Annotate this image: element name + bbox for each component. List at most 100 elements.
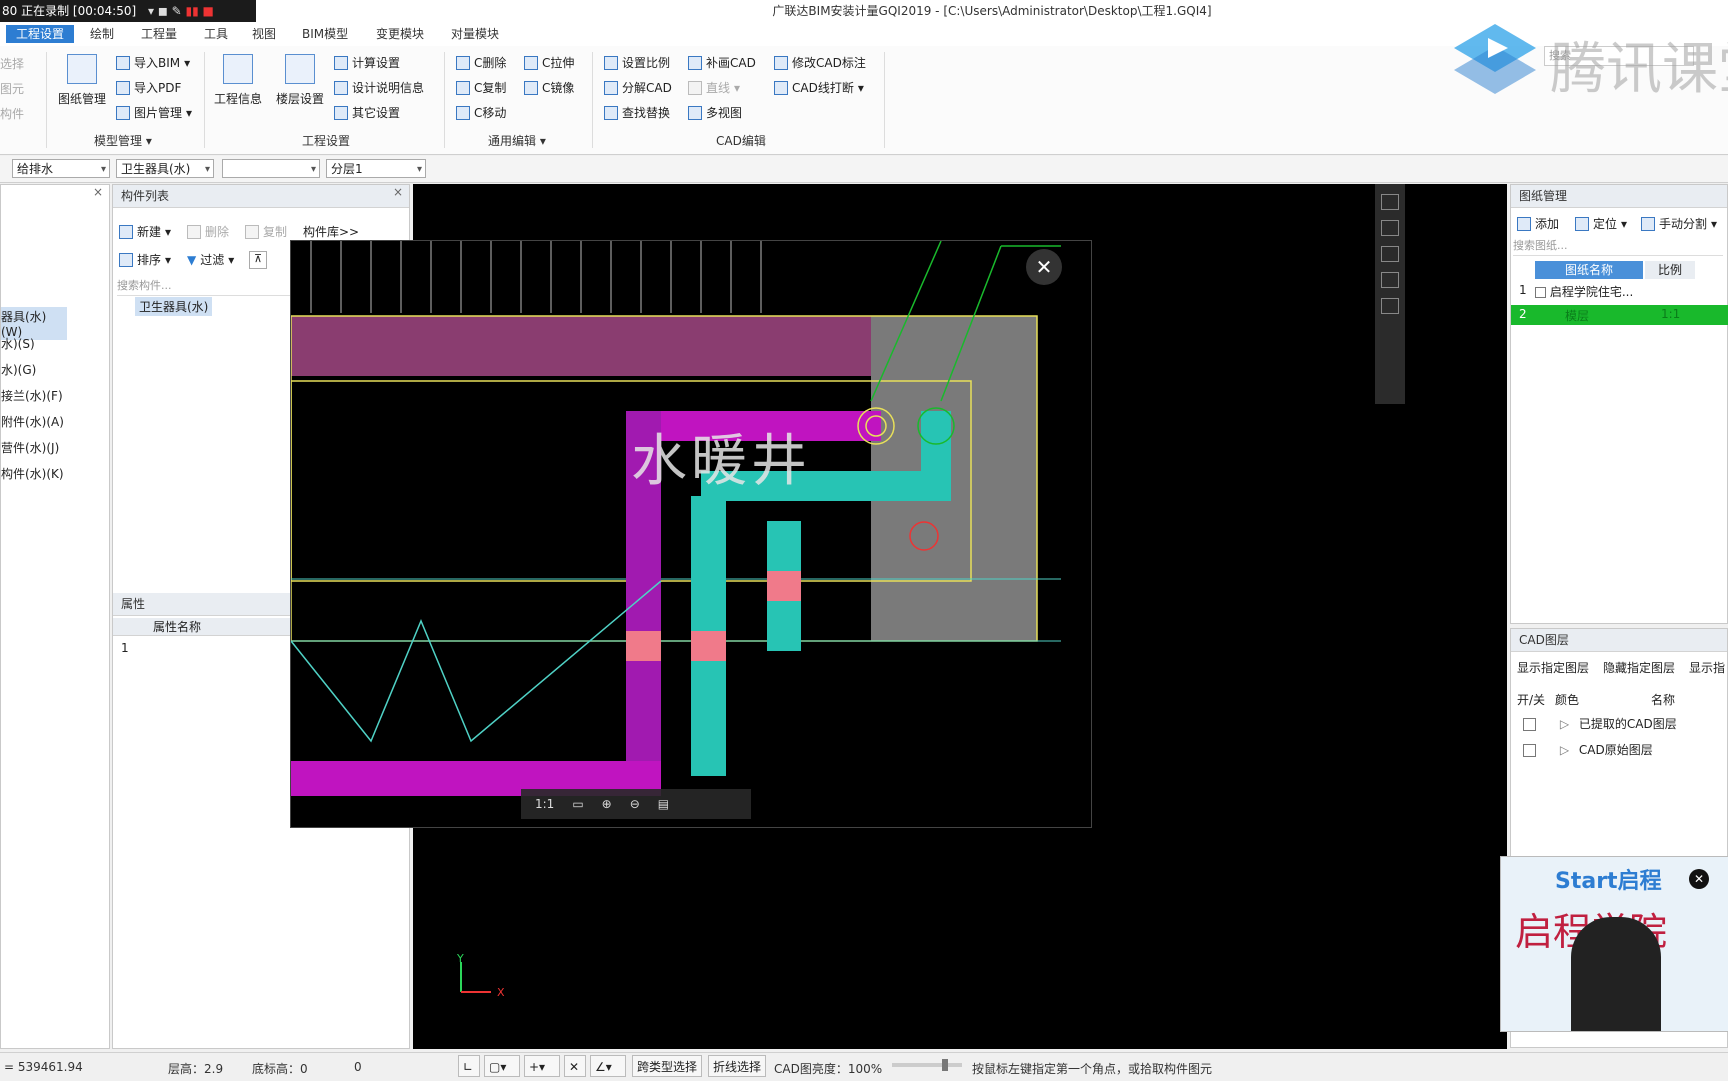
c-stretch-button[interactable]: C拉伸 bbox=[524, 54, 574, 71]
project-info-button[interactable]: 工程信息 bbox=[212, 54, 264, 107]
discipline-select[interactable]: 给排水 bbox=[12, 159, 110, 179]
set-scale-button[interactable]: 设置比例 bbox=[604, 54, 670, 71]
nav-close-icon[interactable]: × bbox=[93, 185, 103, 199]
close-preview-icon[interactable]: ✕ bbox=[1026, 249, 1062, 285]
layer-1-expand-icon[interactable]: ▷ bbox=[1560, 717, 1569, 731]
copy-component-button[interactable]: 复制 bbox=[245, 223, 287, 240]
delete-component-button[interactable]: 删除 bbox=[187, 223, 229, 240]
c-mirror-button[interactable]: C镜像 bbox=[524, 79, 574, 96]
ribbon-stub-component[interactable]: 构件 bbox=[0, 105, 24, 122]
layer-1-row[interactable]: ▷ 已提取的CAD图层 bbox=[1523, 715, 1677, 732]
image-manage-button[interactable]: 图片管理 ▾ bbox=[116, 104, 192, 121]
nav-item-s[interactable]: 水)(S) bbox=[1, 335, 35, 352]
menu-quantity[interactable]: 工程量 bbox=[131, 25, 187, 43]
other-settings-button[interactable]: 其它设置 bbox=[334, 104, 400, 121]
close-webcam-icon[interactable]: ✕ bbox=[1689, 869, 1709, 889]
zoom-in-icon[interactable]: ⊕ bbox=[602, 797, 612, 811]
nav-item-f[interactable]: 接兰(水)(F) bbox=[1, 387, 63, 404]
dynamic-input-icon[interactable]: +▾ bbox=[524, 1055, 560, 1077]
filter-button[interactable]: ▼ 过滤 ▾ bbox=[187, 251, 234, 268]
layer-2-checkbox[interactable] bbox=[1523, 744, 1536, 757]
cross-type-select-button[interactable]: 跨类型选择 bbox=[632, 1055, 703, 1077]
group-general-edit[interactable]: 通用编辑 ▾ bbox=[488, 132, 546, 149]
hide-layer-button[interactable]: 隐藏指定图层 bbox=[1603, 659, 1675, 676]
ribbon-stub-element[interactable]: 图元 bbox=[0, 80, 24, 97]
view-tool-2-icon[interactable] bbox=[1381, 220, 1399, 236]
brightness-slider-thumb[interactable] bbox=[942, 1059, 948, 1071]
menu-change-module[interactable]: 变更模块 bbox=[366, 25, 434, 43]
c-move-button[interactable]: C移动 bbox=[456, 104, 506, 121]
component-list-close-icon[interactable]: × bbox=[393, 185, 403, 199]
new-component-button[interactable]: 新建 ▾ bbox=[119, 223, 171, 240]
polyline-select-button[interactable]: 折线选择 bbox=[708, 1055, 767, 1077]
nav-item-k[interactable]: 构件(水)(K) bbox=[1, 465, 64, 482]
manual-split-button[interactable]: 手动分割 ▾ bbox=[1641, 215, 1717, 232]
find-replace-button[interactable]: 查找替换 bbox=[604, 104, 670, 121]
view-tool-3-icon[interactable] bbox=[1381, 246, 1399, 262]
angle-icon[interactable]: ∠▾ bbox=[590, 1055, 626, 1077]
brightness-slider[interactable] bbox=[892, 1059, 962, 1071]
import-pdf-button[interactable]: 导入PDF bbox=[116, 79, 181, 96]
locate-button[interactable]: 定位 ▾ bbox=[1575, 215, 1627, 232]
add-drawing-button[interactable]: 添加 bbox=[1517, 215, 1559, 232]
osnap-icon[interactable]: ✕ bbox=[564, 1055, 586, 1077]
multi-view-button[interactable]: 多视图 bbox=[688, 104, 742, 121]
snap-icon[interactable]: ▢▾ bbox=[484, 1055, 520, 1077]
component-item-selected[interactable]: 卫生器具(水) bbox=[135, 297, 213, 316]
cad-line-break-button[interactable]: CAD线打断 ▾ bbox=[774, 79, 864, 96]
menu-tools[interactable]: 工具 bbox=[194, 25, 238, 43]
multi-view-icon bbox=[688, 105, 702, 120]
modify-cad-annotation-button[interactable]: 修改CAD标注 bbox=[774, 54, 866, 71]
save-icon[interactable]: ▤ bbox=[658, 797, 669, 811]
nav-item-g[interactable]: 水)(G) bbox=[1, 361, 36, 378]
calc-settings-button[interactable]: 计算设置 bbox=[334, 54, 400, 71]
explode-cad-button[interactable]: 分解CAD bbox=[604, 79, 672, 96]
c-delete-icon bbox=[456, 55, 470, 70]
drawing-row-2[interactable]: 2 模层 1:1 bbox=[1511, 305, 1728, 325]
layer-2-row[interactable]: ▷ CAD原始图层 bbox=[1523, 741, 1653, 758]
layer-2-expand-icon[interactable]: ▷ bbox=[1560, 743, 1569, 757]
ribbon-stub-select[interactable]: 选择 bbox=[0, 55, 24, 72]
layer-1-checkbox[interactable] bbox=[1523, 718, 1536, 731]
zoom-out-icon[interactable]: ⊖ bbox=[630, 797, 640, 811]
menu-view[interactable]: 视图 bbox=[242, 25, 286, 43]
drawing-manage-button[interactable]: 图纸管理 bbox=[56, 54, 108, 107]
floor-settings-button[interactable]: 楼层设置 bbox=[274, 54, 326, 107]
menu-reconcile-module[interactable]: 对量模块 bbox=[441, 25, 509, 43]
component-library-button[interactable]: 构件库>> bbox=[303, 223, 359, 240]
component-select[interactable] bbox=[222, 159, 320, 179]
component-type-select[interactable]: 卫生器具(水) bbox=[116, 159, 214, 179]
view-tool-1-icon[interactable] bbox=[1381, 194, 1399, 210]
draw-cad-button[interactable]: 补画CAD bbox=[688, 54, 756, 71]
line-button[interactable]: 直线 ▾ bbox=[688, 79, 740, 96]
zoom-ratio-label[interactable]: 1:1 bbox=[535, 797, 554, 811]
view-tool-5-icon[interactable] bbox=[1381, 298, 1399, 314]
c-copy-button[interactable]: C复制 bbox=[456, 79, 506, 96]
nav-item-j[interactable]: 营件(水)(J) bbox=[1, 439, 59, 456]
collapse-icon[interactable]: ⊼ bbox=[249, 251, 267, 269]
import-bim-button[interactable]: 导入BIM ▾ bbox=[116, 54, 190, 71]
menu-draw[interactable]: 绘制 bbox=[80, 25, 124, 43]
drawing-row-1[interactable]: 启程学院住宅... bbox=[1535, 283, 1633, 300]
col-scale[interactable]: 比例 bbox=[1645, 261, 1695, 279]
nav-item-a[interactable]: 附件(水)(A) bbox=[1, 413, 64, 430]
drawing-preview-window[interactable]: 水暖井 ✕ 1:1 ▭ ⊕ ⊖ ▤ bbox=[290, 240, 1092, 828]
menu-project-settings[interactable]: 工程设置 bbox=[6, 25, 75, 43]
group-model-manage[interactable]: 模型管理 ▾ bbox=[94, 132, 152, 149]
ortho-icon[interactable]: ∟ bbox=[458, 1055, 480, 1077]
c-delete-button[interactable]: C删除 bbox=[456, 54, 506, 71]
menu-bim-model[interactable]: BIM模型 bbox=[292, 25, 358, 43]
col-drawing-name[interactable]: 图纸名称 bbox=[1535, 261, 1643, 279]
view-tools[interactable] bbox=[1375, 184, 1405, 404]
design-notes-button[interactable]: 设计说明信息 bbox=[334, 79, 424, 96]
show-all-layer-button[interactable]: 显示指 bbox=[1689, 659, 1725, 676]
collapse-icon[interactable] bbox=[1535, 287, 1546, 298]
drawing-search-input[interactable]: 搜索图纸... bbox=[1513, 237, 1723, 256]
floor-height: 层高：2.9 bbox=[168, 1062, 224, 1076]
recorder-controls[interactable]: ▾ ◼ ✎ ▮▮ ■ bbox=[148, 4, 214, 18]
fit-window-icon[interactable]: ▭ bbox=[572, 797, 583, 811]
layer-select[interactable]: 分层1 bbox=[326, 159, 426, 179]
rotate-view-icon[interactable] bbox=[1381, 272, 1399, 288]
sort-button[interactable]: 排序 ▾ bbox=[119, 251, 171, 268]
show-layer-button[interactable]: 显示指定图层 bbox=[1517, 659, 1589, 676]
